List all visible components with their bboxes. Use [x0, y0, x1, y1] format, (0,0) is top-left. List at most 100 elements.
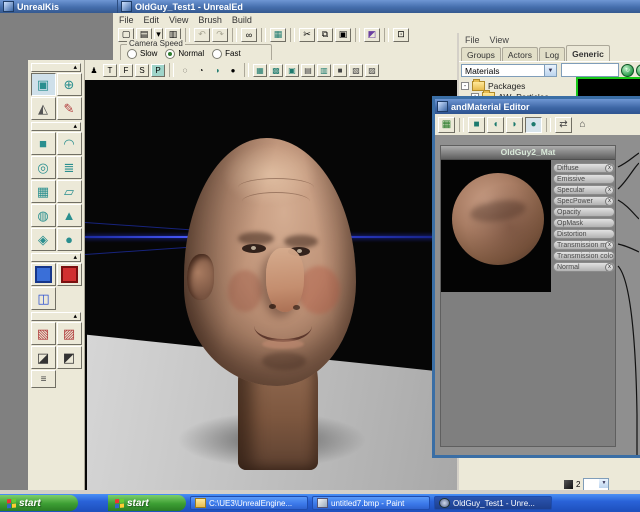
- show-flag-4-button[interactable]: ▤: [301, 64, 315, 77]
- csg-add-button[interactable]: [31, 263, 56, 286]
- pin-diffuse[interactable]: Diffusex: [553, 163, 615, 173]
- toolbox-group-select-header[interactable]: ▴: [31, 312, 81, 321]
- view-front-button[interactable]: F: [119, 64, 133, 77]
- lit-mode-button[interactable]: ◑: [210, 64, 224, 77]
- tab-generic[interactable]: Generic: [566, 45, 610, 61]
- sync-browser-button[interactable]: ⇄: [555, 117, 572, 133]
- toolbox-group-csg-header[interactable]: ▴: [31, 253, 81, 262]
- curved-stair-button[interactable]: ◠: [57, 132, 82, 155]
- old-guy-head-model[interactable]: [180, 138, 365, 478]
- pin-normal[interactable]: Normalx: [553, 262, 615, 272]
- tab-log[interactable]: Log: [539, 47, 565, 61]
- material-editor-titlebar[interactable]: andMaterial Editor: [435, 99, 640, 114]
- volumetric-brush-button[interactable]: ◈: [31, 228, 56, 251]
- pin-distortion[interactable]: Distortion: [553, 229, 615, 239]
- copy-button[interactable]: ⧉: [317, 28, 333, 42]
- geometry-mode-button[interactable]: ⊕: [57, 73, 82, 96]
- preview-plane-button[interactable]: ■: [468, 117, 485, 133]
- preview-teapot-button[interactable]: ◗: [506, 117, 523, 133]
- view-top-button[interactable]: T: [103, 64, 117, 77]
- toolbox-group-modes-header[interactable]: ▴: [31, 63, 81, 72]
- generic-browser-button[interactable]: ▦: [270, 28, 286, 42]
- task-explorer[interactable]: C:\UE3\UnrealEngine...: [190, 496, 308, 510]
- camera-speed-normal-radio[interactable]: Normal: [165, 49, 204, 59]
- background-toggle-button[interactable]: ▦: [438, 117, 455, 133]
- use-current-button[interactable]: ●: [636, 64, 640, 77]
- show-flag-1-button[interactable]: ▦: [253, 64, 267, 77]
- task-unrealed[interactable]: OldGuy_Test1 - Unre...: [434, 496, 552, 510]
- actor-properties-button[interactable]: ◩: [364, 28, 380, 42]
- undo-button[interactable]: ↶: [194, 28, 210, 42]
- show-flag-6-button[interactable]: ■: [333, 64, 347, 77]
- view-perspective-button[interactable]: P: [151, 64, 165, 77]
- tab-groups[interactable]: Groups: [461, 47, 501, 61]
- pin-emissive[interactable]: Emissive: [553, 174, 615, 184]
- pin-transmission-mask[interactable]: Transmission maskx: [553, 240, 615, 250]
- task-paint[interactable]: untitled7.bmp - Paint: [312, 496, 430, 510]
- sheet-brush-button[interactable]: ▱: [57, 180, 82, 203]
- sphere-brush-button[interactable]: ●: [57, 228, 82, 251]
- pin-specpower[interactable]: SpecPowerx: [553, 196, 615, 206]
- browser-menu-file[interactable]: File: [465, 35, 480, 45]
- search-input[interactable]: [561, 63, 619, 77]
- menu-view[interactable]: View: [169, 15, 188, 25]
- cube-brush-button[interactable]: ■: [31, 132, 56, 155]
- show-selected-button[interactable]: ▧: [31, 322, 56, 345]
- toolbox-group-primitives-header[interactable]: ▴: [31, 122, 81, 131]
- pin-connector-icon[interactable]: x: [605, 241, 614, 250]
- material-editor-canvas[interactable]: OldGuy2_Mat Diffusex Emissive Specularx …: [435, 135, 640, 455]
- preview-cylinder-button[interactable]: ◖: [487, 117, 504, 133]
- window-back[interactable]: UnrealKis: [0, 0, 118, 13]
- collapse-box-icon[interactable]: -: [461, 82, 469, 90]
- tessellated-sheet-button[interactable]: ▦: [31, 180, 56, 203]
- zoned-mode-button[interactable]: ●: [226, 64, 240, 77]
- csg-subtract-button[interactable]: [57, 263, 82, 286]
- menu-file[interactable]: File: [119, 15, 134, 25]
- spiral-stair-button[interactable]: ◎: [31, 156, 56, 179]
- pin-opmask[interactable]: OpMask: [553, 218, 615, 228]
- refresh-button[interactable]: ↻: [621, 64, 634, 77]
- cylinder-brush-button[interactable]: ◍: [31, 204, 56, 227]
- start-button-inner[interactable]: start: [108, 495, 186, 511]
- pin-connector-icon[interactable]: x: [605, 186, 614, 195]
- material-node-title[interactable]: OldGuy2_Mat: [441, 146, 615, 160]
- pin-connector-icon[interactable]: x: [605, 263, 614, 272]
- pin-connector-icon[interactable]: x: [605, 164, 614, 173]
- pin-transmission-color[interactable]: Transmission color: [553, 251, 615, 261]
- camera-speed-fast-radio[interactable]: Fast: [212, 49, 241, 59]
- linear-stair-button[interactable]: ≣: [57, 156, 82, 179]
- hide-selected-button[interactable]: ▨: [57, 322, 82, 345]
- menu-edit[interactable]: Edit: [144, 15, 160, 25]
- browser-menu-view[interactable]: View: [490, 35, 509, 45]
- show-flag-8-button[interactable]: ▨: [365, 64, 379, 77]
- cone-brush-button[interactable]: ▲: [57, 204, 82, 227]
- align-button[interactable]: ≡: [31, 370, 56, 388]
- unlit-mode-button[interactable]: ◔: [194, 64, 208, 77]
- cut-button[interactable]: ✂: [299, 28, 315, 42]
- viewport-canvas[interactable]: [85, 80, 457, 490]
- show-flag-5-button[interactable]: ▥: [317, 64, 331, 77]
- redo-button[interactable]: ↷: [212, 28, 228, 42]
- pin-opacity[interactable]: Opacity: [553, 207, 615, 217]
- pin-connector-icon[interactable]: x: [605, 197, 614, 206]
- brush-clip-button[interactable]: ✎: [57, 97, 82, 120]
- preview-sphere-button[interactable]: ●: [525, 117, 542, 133]
- search-actors-button[interactable]: ∞: [241, 28, 257, 42]
- fullscreen-button[interactable]: ⊡: [393, 28, 409, 42]
- csg-intersect-button[interactable]: ◫: [31, 287, 56, 310]
- wireframe-mode-button[interactable]: ◌: [178, 64, 192, 77]
- tab-actors[interactable]: Actors: [502, 47, 538, 61]
- camera-speed-slow-radio[interactable]: Slow: [127, 49, 157, 59]
- menu-build[interactable]: Build: [232, 15, 252, 25]
- pin-specular[interactable]: Specularx: [553, 185, 615, 195]
- select-all-button[interactable]: ◩: [57, 346, 82, 369]
- view-side-button[interactable]: S: [135, 64, 149, 77]
- show-flag-3-button[interactable]: ▣: [285, 64, 299, 77]
- material-node[interactable]: OldGuy2_Mat Diffusex Emissive Specularx …: [440, 145, 616, 447]
- home-button[interactable]: ⌂: [574, 117, 591, 133]
- show-flag-2-button[interactable]: ▩: [269, 64, 283, 77]
- menu-brush[interactable]: Brush: [198, 15, 222, 25]
- resource-type-dropdown[interactable]: Materials ▼: [461, 64, 557, 77]
- invert-selection-button[interactable]: ◪: [31, 346, 56, 369]
- camera-mode-button[interactable]: ▣: [31, 73, 56, 96]
